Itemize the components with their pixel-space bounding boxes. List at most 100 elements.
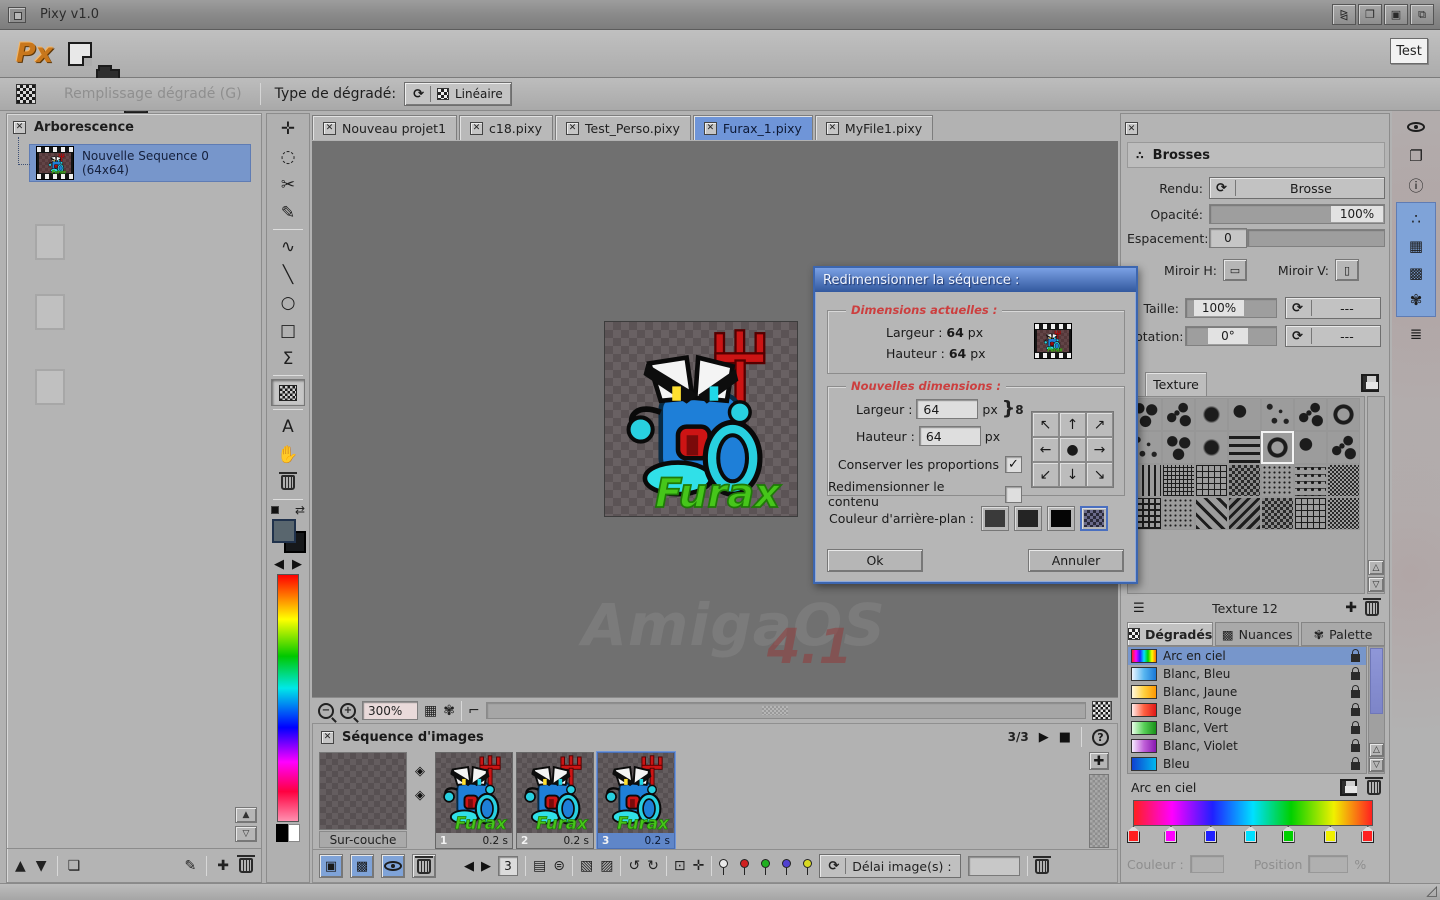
ellipse-tool[interactable]: ○ <box>271 289 305 316</box>
gradient-stop-marker[interactable] <box>1204 826 1217 843</box>
anchor-cell[interactable]: ↗ <box>1086 412 1113 437</box>
gradient-fill-tool[interactable] <box>271 379 305 406</box>
next-color-icon[interactable]: ▶ <box>292 557 302 572</box>
delete-frame-icon[interactable] <box>412 854 436 878</box>
texture-cell[interactable] <box>1162 464 1195 497</box>
duplicate-icon[interactable]: ❏ <box>68 858 81 874</box>
window-shade-button[interactable]: ❐ <box>1358 4 1382 25</box>
gradient-stop-marker[interactable] <box>1282 826 1295 843</box>
picker-tool[interactable]: ✎ <box>271 199 305 226</box>
texture-cell[interactable] <box>1162 431 1195 464</box>
gradient-item[interactable]: Blanc, Bleu <box>1128 665 1366 683</box>
texture-cell[interactable] <box>1261 398 1294 431</box>
next-frame-icon[interactable]: ▶ <box>481 859 491 874</box>
tab-close-icon[interactable]: ✕ <box>470 122 483 135</box>
mirror-v-button[interactable]: ▯ <box>1335 259 1359 281</box>
anchor-cell[interactable]: ● <box>1059 437 1086 462</box>
link-dimensions-icon[interactable]: }8 <box>1002 403 1024 415</box>
tab-myfile1-pixy[interactable]: ✕MyFile1.pixy <box>815 115 933 140</box>
stop-position-input[interactable] <box>1308 855 1348 873</box>
preview-eye-icon[interactable] <box>1399 114 1433 140</box>
gradient-item[interactable]: Blanc, Vert <box>1128 719 1366 737</box>
tab-close-icon[interactable]: ✕ <box>566 122 579 135</box>
crop-tool[interactable]: ✂ <box>271 171 305 198</box>
zoom-out-icon[interactable]: − <box>318 703 334 719</box>
add-sequence-icon[interactable]: ✚ <box>217 858 229 874</box>
new-file-button[interactable] <box>68 42 92 66</box>
show-frame-icon[interactable]: ▣ <box>319 854 343 878</box>
texture-scroll-down[interactable]: ▽ <box>1368 577 1384 592</box>
palette-toggle-icon[interactable]: ✾ <box>443 703 455 719</box>
window-depth-button[interactable]: ⧉ <box>1410 4 1434 25</box>
sequence-tree-item[interactable]: Nouvelle Sequence 0 (64x64) <box>29 144 251 182</box>
cancel-button[interactable]: Annuler <box>1028 549 1124 572</box>
move-down-icon[interactable]: ▼ <box>36 858 47 874</box>
spacing-input[interactable]: 0 <box>1209 228 1247 248</box>
texture-cell[interactable] <box>1195 431 1228 464</box>
default-colors-icon[interactable] <box>271 506 279 514</box>
zoom-in-icon[interactable]: + <box>340 703 356 719</box>
texture-cell[interactable] <box>1294 398 1327 431</box>
arborescence-close-icon[interactable]: ✕ <box>13 121 26 134</box>
flip-vertical-icon[interactable]: ▨ <box>600 858 613 874</box>
size-link-cycle[interactable]: ⟳ --- <box>1285 297 1381 319</box>
delay-value-input[interactable] <box>968 856 1020 876</box>
dock-layers-icon[interactable]: ≣ <box>1399 321 1433 347</box>
texture-scrollbar[interactable]: △ ▽ <box>1367 396 1385 594</box>
gradient-type-cycle[interactable]: ⟳ Linéaire <box>404 82 512 106</box>
play-icon[interactable]: ▶ <box>1039 730 1049 745</box>
anchor-cell[interactable]: ← <box>1032 437 1059 462</box>
gradient-stop-marker[interactable] <box>1164 826 1177 843</box>
save-gradient-icon[interactable] <box>1340 779 1357 796</box>
gradient-stop-marker[interactable] <box>1324 826 1337 843</box>
rotation-link-cycle[interactable]: ⟳ --- <box>1285 325 1381 347</box>
gradient-scroll-down[interactable]: ▽ <box>1369 758 1384 772</box>
layers-copy-icon[interactable]: ❐ <box>1399 143 1433 169</box>
keep-proportions-checkbox[interactable]: ✓ <box>1005 456 1022 473</box>
tree-scroll-up[interactable]: ▲ <box>235 807 257 823</box>
texture-cell[interactable] <box>1228 497 1261 530</box>
texture-cell[interactable] <box>1294 431 1327 464</box>
swap-colors-icon[interactable]: ⇄ <box>295 503 305 517</box>
prev-color-icon[interactable]: ◀ <box>274 557 284 572</box>
onion-skin-icon[interactable] <box>719 859 728 868</box>
anchor-cell[interactable]: ↑ <box>1059 412 1086 437</box>
tree-scroll-down[interactable]: ▽ <box>235 826 257 842</box>
tab-test-perso-pixy[interactable]: ✕Test_Perso.pixy <box>555 115 691 140</box>
ellipse-select-tool[interactable]: ◌ <box>271 143 305 170</box>
frame-thumbnail[interactable]: 20.2 s <box>516 752 594 849</box>
texture-cell[interactable] <box>1327 431 1360 464</box>
onion-pin-icon[interactable] <box>761 859 770 868</box>
dialog-title-bar[interactable]: Redimensionner la séquence : <box>815 268 1136 292</box>
delete-delay-icon[interactable] <box>1035 859 1049 874</box>
rendu-cycle-button[interactable]: ⟳ Brosse <box>1209 177 1385 199</box>
stop-color-swatch[interactable] <box>1190 855 1224 873</box>
grid-toggle-icon[interactable]: ▦ <box>424 703 437 719</box>
gradient-stop-marker[interactable] <box>1127 826 1140 843</box>
spacing-slider[interactable] <box>1247 229 1385 247</box>
gradients-tab-palette[interactable]: ✾Palette <box>1301 622 1385 646</box>
onion-pin-icon[interactable] <box>740 859 749 868</box>
sequence-scrollbar[interactable] <box>1089 774 1109 848</box>
rotation-slider[interactable]: 0° <box>1185 326 1277 346</box>
delete-texture-icon[interactable] <box>1365 601 1379 616</box>
zoom-level-input[interactable]: 300% <box>362 701 418 720</box>
ruler-icon[interactable]: ⌐ <box>468 703 480 719</box>
window-zoom-button[interactable]: ▣ <box>1384 4 1408 25</box>
add-frame-button[interactable]: ✚ <box>1089 752 1109 770</box>
gradient-stop-marker[interactable] <box>1244 826 1257 843</box>
texture-cell[interactable] <box>1162 398 1195 431</box>
lock-icon[interactable] <box>1351 708 1360 716</box>
move-tool[interactable]: ✛ <box>271 115 305 142</box>
curve-tool[interactable]: ∿ <box>271 233 305 260</box>
anchor-cell[interactable]: ↙ <box>1032 462 1059 487</box>
gradient-item[interactable]: Blanc, Jaune <box>1128 683 1366 701</box>
tab-nouveau-projet1[interactable]: ✕Nouveau projet1 <box>312 115 457 140</box>
anchor-grid[interactable]: ↖↑↗←●→↙↓↘ <box>1031 411 1114 488</box>
texture-cell[interactable] <box>1261 431 1294 464</box>
texture-cell[interactable] <box>1195 398 1228 431</box>
dock-palette-icon[interactable]: ✾ <box>1399 287 1433 313</box>
dock-brushes-icon[interactable]: ∴ <box>1399 206 1433 232</box>
gradient-stop-marker[interactable] <box>1361 826 1374 843</box>
onion-pin-icon[interactable] <box>782 859 791 868</box>
